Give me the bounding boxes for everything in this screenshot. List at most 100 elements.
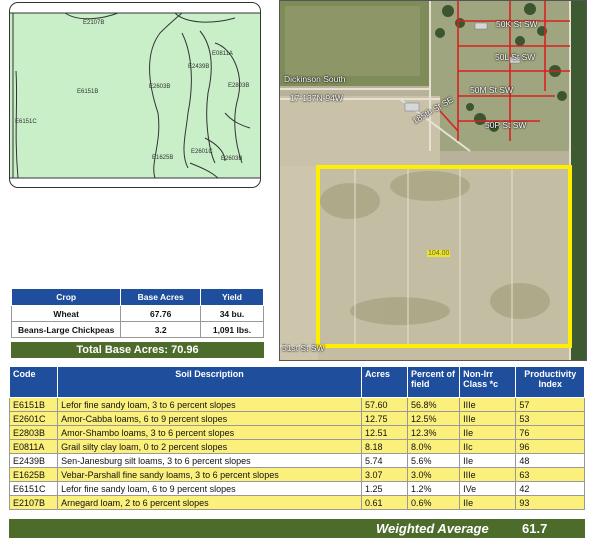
soil-table: Code Soil Description Acres Percent of f…: [8, 366, 585, 510]
soil-class: IIIe: [459, 411, 517, 426]
soil-code: E0811A: [8, 439, 59, 454]
soil-index: 96: [515, 439, 585, 454]
soil-percent: 12.3%: [406, 425, 461, 440]
soil-index: 57: [515, 397, 585, 412]
soil-percent: 1.2%: [406, 481, 461, 496]
soil-code: E6151C: [8, 481, 59, 496]
soil-map-label-4: E2439B: [188, 64, 209, 70]
soil-header-acres: Acres: [360, 366, 408, 398]
soil-description: Amor-Shambo loams, 3 to 6 percent slopes: [57, 425, 362, 440]
soil-class: IIIe: [459, 467, 517, 482]
soil-acres: 5.74: [360, 453, 408, 468]
soil-header-percent: Percent of field: [406, 366, 461, 398]
soil-header-class: Non-Irr Class *c: [459, 366, 517, 398]
soil-code: E2439B: [8, 453, 59, 468]
soil-index: 63: [515, 467, 585, 482]
soil-description: Lefor fine sandy loam, 6 to 9 percent sl…: [57, 481, 362, 496]
soil-row: E2601C Amor-Cabba loams, 6 to 9 percent …: [8, 411, 585, 426]
crop-base-acres: 67.76: [120, 305, 201, 322]
crop-table-row: Beans-Large Chickpeas 3.2 1,091 lbs.: [10, 321, 265, 338]
weighted-average-value: 61.7: [522, 521, 548, 536]
crop-header-yield: Yield: [199, 288, 265, 306]
soil-index: 93: [515, 495, 585, 510]
soil-index: 42: [515, 481, 585, 496]
soil-acres: 0.61: [360, 495, 408, 510]
soil-header-description: Soil Description: [57, 366, 362, 398]
crop-name: Wheat: [10, 305, 122, 322]
soil-percent: 8.0%: [406, 439, 461, 454]
soil-map-label-2: E2603B: [149, 84, 170, 90]
aerial-label-50p: 50P St SW: [485, 120, 527, 130]
aerial-map: Dickinson South 17-137N-94W 50K St SW 50…: [279, 0, 587, 361]
soil-percent: 56.8%: [406, 397, 461, 412]
soil-acres: 8.18: [360, 439, 408, 454]
soil-acres: 12.75: [360, 411, 408, 426]
soil-acres: 12.51: [360, 425, 408, 440]
soil-header-index: Productivity Index: [515, 366, 585, 398]
soil-class: IVe: [459, 481, 517, 496]
aerial-label-50m: 50M St SW: [470, 85, 513, 95]
soil-table-header: Code Soil Description Acres Percent of f…: [8, 366, 585, 398]
soil-code: E2107B: [8, 495, 59, 510]
soil-map-label-7: E2601C: [191, 149, 213, 155]
soil-acres: 3.07: [360, 467, 408, 482]
total-base-acres: Total Base Acres: 70.96: [11, 342, 264, 358]
soil-row: E2107B Arnegard loam, 2 to 6 percent slo…: [8, 495, 585, 510]
soil-map-label-9: E6151C: [15, 119, 37, 125]
soil-class: IIe: [459, 425, 517, 440]
soil-percent: 12.5%: [406, 411, 461, 426]
aerial-drawing: [280, 1, 586, 360]
aerial-label-section: 17-137N-94W: [290, 93, 343, 103]
soil-map-label-8: E2603B: [221, 156, 242, 162]
soil-class: IIc: [459, 439, 517, 454]
soil-row: E0811A Grail silty clay loam, 0 to 2 per…: [8, 439, 585, 454]
soil-percent: 5.6%: [406, 453, 461, 468]
soil-row: E2803B Amor-Shambo loams, 3 to 6 percent…: [8, 425, 585, 440]
soil-code: E1625B: [8, 467, 59, 482]
crop-header-base-acres: Base Acres: [120, 288, 201, 306]
crop-yield: 34 bu.: [199, 305, 265, 322]
soil-percent: 0.6%: [406, 495, 461, 510]
weighted-average-label: Weighted Average: [376, 521, 489, 536]
soil-map-label-6: E1625B: [152, 155, 173, 161]
crop-yield: 1,091 lbs.: [199, 321, 265, 338]
soil-index: 53: [515, 411, 585, 426]
soil-class: IIe: [459, 495, 517, 510]
soil-code: E6151B: [8, 397, 59, 412]
crop-header-crop: Crop: [10, 288, 122, 306]
soil-description: Grail silty clay loam, 0 to 2 percent sl…: [57, 439, 362, 454]
crop-table-header: Crop Base Acres Yield: [10, 288, 265, 306]
soil-description: Arnegard loam, 2 to 6 percent slopes: [57, 495, 362, 510]
soil-acres: 57.60: [360, 397, 408, 412]
soil-row: E1625B Vebar-Parshall fine sandy loams, …: [8, 467, 585, 482]
aerial-label-50l: 50L St SW: [495, 52, 536, 62]
soil-description: Amor-Cabba loams, 6 to 9 percent slopes: [57, 411, 362, 426]
soil-header-code: Code: [8, 366, 59, 398]
soil-row: E2439B Sen-Janesburg silt loams, 3 to 6 …: [8, 453, 585, 468]
soil-class: IIIe: [459, 397, 517, 412]
soil-description: Lefor fine sandy loam, 3 to 6 percent sl…: [57, 397, 362, 412]
soil-row: E6151B Lefor fine sandy loam, 3 to 6 per…: [8, 397, 585, 412]
crop-table: Crop Base Acres Yield Wheat 67.76 34 bu.…: [10, 288, 265, 338]
aerial-label-51st: 51st St SW: [282, 343, 325, 353]
soil-description: Vebar-Parshall fine sandy loams, 3 to 6 …: [57, 467, 362, 482]
soil-percent: 3.0%: [406, 467, 461, 482]
crop-table-row: Wheat 67.76 34 bu.: [10, 305, 265, 322]
weighted-average-bar: Weighted Average 61.7: [9, 519, 585, 538]
soil-map-label-3: E0811A: [212, 51, 233, 57]
soil-index: 48: [515, 453, 585, 468]
crop-base-acres: 3.2: [120, 321, 201, 338]
soil-map-area: [10, 13, 260, 178]
soil-code: E2601C: [8, 411, 59, 426]
soil-map-drawing: E2107B E6151B E2603B E0811A E2439B E2803…: [10, 12, 260, 179]
soil-code: E2803B: [8, 425, 59, 440]
soil-description: Sen-Janesburg silt loams, 3 to 6 percent…: [57, 453, 362, 468]
soil-index: 76: [515, 425, 585, 440]
soil-row: E6151C Lefor fine sandy loam, 6 to 9 per…: [8, 481, 585, 496]
soil-map-label-0: E2107B: [83, 20, 104, 26]
crop-name: Beans-Large Chickpeas: [10, 321, 122, 338]
soil-class: IIe: [459, 453, 517, 468]
aerial-label-dickinson-south: Dickinson South: [284, 74, 346, 84]
soil-map: E2107B E6151B E2603B E0811A E2439B E2803…: [9, 2, 261, 188]
aerial-label-50k: 50K St SW: [496, 19, 538, 29]
